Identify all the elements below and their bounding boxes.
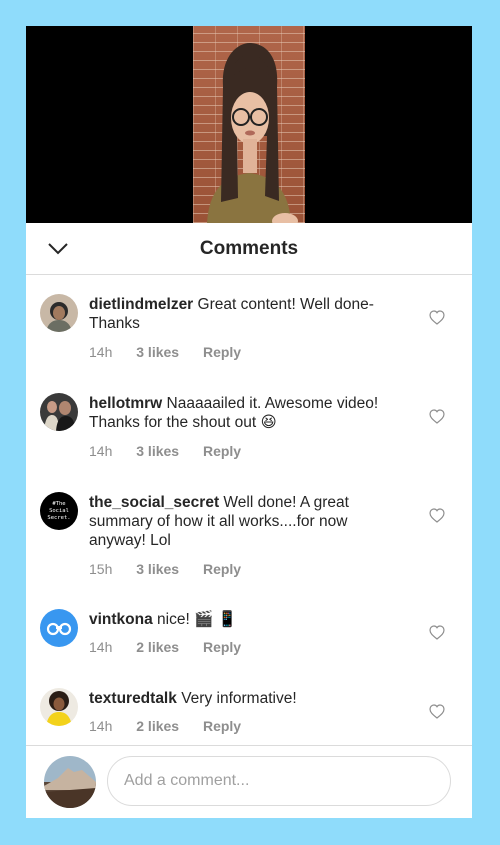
binoculars-icon: [46, 622, 72, 636]
comment-text: hellotmrw Naaaaailed it. Awesome video! …: [89, 394, 389, 432]
heart-icon[interactable]: [429, 508, 445, 523]
video-frame: [193, 26, 305, 223]
video-player[interactable]: [26, 26, 472, 223]
avatar-logo-text: #The Social Secret.: [47, 500, 71, 521]
comment-likes[interactable]: 2 likes: [136, 718, 179, 734]
current-user-avatar: [44, 756, 96, 808]
comment-composer: [26, 745, 472, 818]
comment-body: Very informative!: [181, 690, 297, 707]
avatar[interactable]: #The Social Secret.: [40, 492, 78, 530]
avatar[interactable]: [40, 609, 78, 647]
comment-time: 14h: [89, 443, 113, 459]
comment-likes[interactable]: 2 likes: [136, 639, 179, 655]
comment-meta: 14h 2 likes Reply: [89, 718, 261, 734]
comment-likes[interactable]: 3 likes: [136, 443, 179, 459]
page-title: Comments: [199, 238, 299, 259]
comment-meta: 14h 3 likes Reply: [89, 443, 261, 459]
heart-icon[interactable]: [429, 310, 445, 325]
add-comment-input[interactable]: [107, 756, 451, 806]
heart-icon[interactable]: [429, 625, 445, 640]
reply-button[interactable]: Reply: [203, 443, 241, 459]
heart-icon[interactable]: [429, 704, 445, 719]
comment-likes[interactable]: 3 likes: [136, 561, 179, 577]
comment-username[interactable]: vintkona: [89, 611, 153, 628]
comment-meta: 15h 3 likes Reply: [89, 561, 261, 577]
comment-username[interactable]: the_social_secret: [89, 494, 219, 511]
comment-username[interactable]: texturedtalk: [89, 690, 177, 707]
comments-header: Comments: [26, 223, 472, 275]
comment-text: dietlindmelzer Great content! Well done-…: [89, 295, 389, 333]
comment-username[interactable]: hellotmrw: [89, 395, 162, 412]
reply-button[interactable]: Reply: [203, 718, 241, 734]
avatar[interactable]: [40, 294, 78, 332]
comment-time: 14h: [89, 718, 113, 734]
comment-time: 14h: [89, 639, 113, 655]
comment-likes[interactable]: 3 likes: [136, 344, 179, 360]
comment-text: the_social_secret Well done! A great sum…: [89, 493, 389, 550]
reply-button[interactable]: Reply: [203, 639, 241, 655]
comment-meta: 14h 2 likes Reply: [89, 639, 261, 655]
comment-username[interactable]: dietlindmelzer: [89, 296, 193, 313]
comment-time: 15h: [89, 561, 113, 577]
presenter-figure: [207, 42, 298, 223]
comment-body: nice! 🎬 📱: [157, 611, 237, 628]
comment-text: texturedtalk Very informative!: [89, 689, 389, 708]
heart-icon[interactable]: [429, 409, 445, 424]
avatar[interactable]: [40, 688, 78, 726]
comment-time: 14h: [89, 344, 113, 360]
reply-button[interactable]: Reply: [203, 344, 241, 360]
avatar[interactable]: [40, 393, 78, 431]
comment-meta: 14h 3 likes Reply: [89, 344, 261, 360]
reply-button[interactable]: Reply: [203, 561, 241, 577]
phone-screen: Comments dietlindmelzer Great content! W…: [26, 26, 472, 818]
comment-text: vintkona nice! 🎬 📱: [89, 610, 389, 629]
